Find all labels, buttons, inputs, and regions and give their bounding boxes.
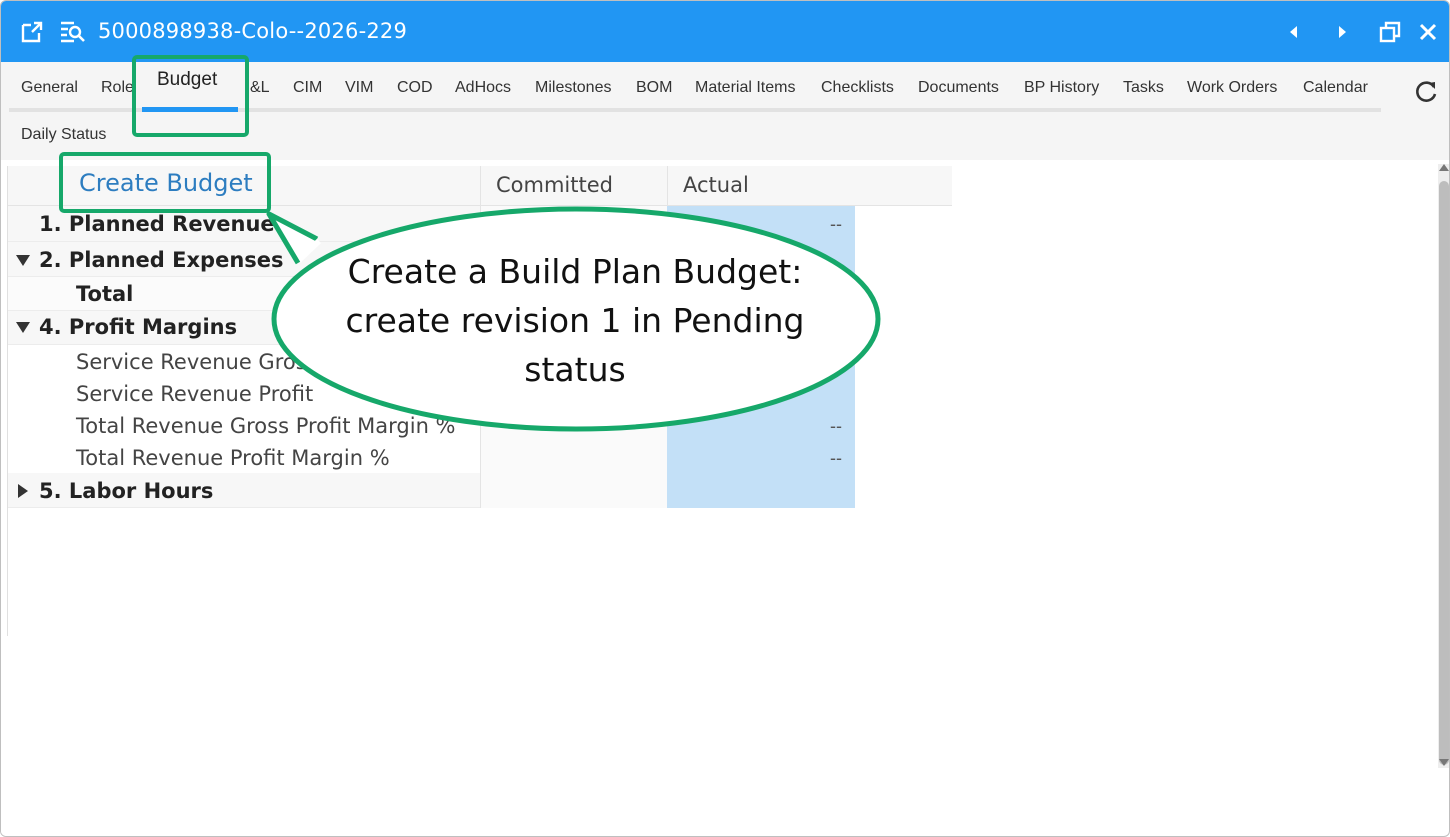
- row-label-service-revenue-profit: Service Revenue Profit: [76, 382, 314, 406]
- tab-material-items[interactable]: Material Items: [695, 79, 795, 97]
- budget-tab-highlight: [132, 55, 249, 137]
- expand-icon[interactable]: [18, 484, 28, 498]
- scroll-up-icon[interactable]: [1439, 164, 1449, 171]
- tab-milestones[interactable]: Milestones: [535, 79, 611, 97]
- scrollbar-thumb[interactable]: [1439, 181, 1449, 765]
- actual-value: --: [830, 416, 842, 436]
- row-label-planned-revenue: 1. Planned Revenue: [39, 212, 275, 236]
- collapse-icon[interactable]: [16, 322, 30, 333]
- tab-checklists[interactable]: Checklists: [821, 79, 894, 97]
- tab-pl[interactable]: &L: [250, 79, 270, 97]
- close-icon[interactable]: [1416, 19, 1440, 45]
- row-label-planned-expenses: 2. Planned Expenses: [39, 248, 284, 272]
- tab-documents[interactable]: Documents: [918, 79, 999, 97]
- tab-cim[interactable]: CIM: [293, 79, 322, 97]
- actual-value: --: [830, 214, 842, 234]
- restore-icon[interactable]: [1378, 19, 1402, 45]
- column-header-actual[interactable]: Actual: [683, 173, 749, 197]
- tab-bp-history[interactable]: BP History: [1024, 79, 1099, 97]
- next-icon[interactable]: [1330, 19, 1354, 45]
- tab-general[interactable]: General: [21, 79, 78, 97]
- tab-bom[interactable]: BOM: [636, 79, 672, 97]
- tab-daily-status[interactable]: Daily Status: [21, 126, 106, 144]
- open-external-icon[interactable]: [19, 19, 45, 45]
- tab-work-orders[interactable]: Work Orders: [1187, 79, 1277, 97]
- tab-adhocs[interactable]: AdHocs: [455, 79, 511, 97]
- tab-tasks[interactable]: Tasks: [1123, 79, 1164, 97]
- row-label-total-revenue-gross-margin: Total Revenue Gross Profit Margin %: [76, 414, 456, 438]
- tab-role[interactable]: Role: [101, 79, 134, 97]
- window-title: 5000898938-Colo--2026-229: [98, 19, 408, 43]
- budget-window: 5000898938-Colo--2026-229 General Role B…: [0, 0, 1450, 837]
- row-label-total: Total: [76, 282, 134, 306]
- actual-value: --: [830, 448, 842, 468]
- tab-calendar[interactable]: Calendar: [1303, 79, 1368, 97]
- collapse-icon[interactable]: [16, 255, 30, 266]
- row-label-profit-margins: 4. Profit Margins: [39, 315, 238, 339]
- title-bar: 5000898938-Colo--2026-229: [1, 1, 1449, 62]
- column-header-committed[interactable]: Committed: [496, 173, 613, 197]
- row-label-labor-hours: 5. Labor Hours: [39, 479, 214, 503]
- create-budget-highlight: [59, 152, 271, 213]
- column-divider: [667, 166, 668, 206]
- scroll-down-icon[interactable]: [1439, 759, 1449, 766]
- refresh-icon[interactable]: [1414, 78, 1440, 104]
- tab-cod[interactable]: COD: [397, 79, 433, 97]
- callout-text: Create a Build Plan Budget: create revis…: [345, 252, 805, 389]
- prev-icon[interactable]: [1282, 19, 1306, 45]
- row-label-total-revenue-profit-margin: Total Revenue Profit Margin %: [76, 446, 390, 470]
- row-label-service-revenue-gross: Service Revenue Gros: [76, 350, 307, 374]
- search-list-icon[interactable]: [58, 19, 85, 45]
- tab-vim[interactable]: VIM: [345, 79, 373, 97]
